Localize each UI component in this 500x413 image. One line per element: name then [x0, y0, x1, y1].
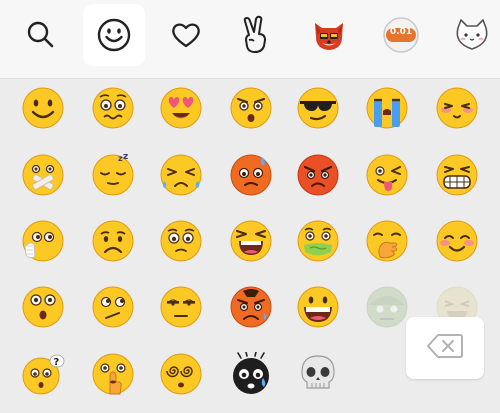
backspace-icon — [427, 333, 463, 363]
emoji-skull[interactable] — [296, 352, 340, 396]
emoji-grin-teeth[interactable] — [435, 153, 479, 197]
emoji-dizzy-swirl[interactable] — [159, 352, 203, 396]
emoji-orange-sweat[interactable] — [229, 153, 273, 197]
white-cat-sticker-icon — [452, 15, 492, 55]
tab-sticker-pack-cat[interactable] — [441, 4, 500, 66]
tab-search[interactable] — [10, 4, 72, 66]
emoji-frown[interactable] — [91, 219, 135, 263]
emoji-pleading-wavy[interactable] — [91, 86, 135, 130]
emoji-crying-tears[interactable] — [365, 86, 409, 130]
backspace-button[interactable] — [406, 317, 484, 379]
emoji-covered-mouth[interactable] — [21, 219, 65, 263]
emoji-question-confused[interactable]: ? — [21, 352, 65, 396]
heart-icon — [168, 17, 204, 53]
tab-gestures[interactable] — [224, 4, 286, 66]
emoji-orange-bruised[interactable] — [229, 285, 273, 329]
tab-emoji[interactable] — [83, 4, 145, 66]
emoji-hand-over-mouth[interactable] — [365, 219, 409, 263]
emoji-sunglasses[interactable] — [296, 86, 340, 130]
coin-sticker-icon: 0.01 — [381, 15, 421, 55]
emoji-screaming-cry[interactable] — [229, 219, 273, 263]
emoji-shush[interactable] — [91, 352, 135, 396]
smiley-icon — [96, 17, 132, 53]
coin-sticker-label: 0.01 — [389, 27, 413, 37]
emoji-sleeping[interactable]: zz — [91, 153, 135, 197]
emoji-squint-sweat[interactable] — [159, 153, 203, 197]
emoji-zombie-faded[interactable] — [365, 285, 409, 329]
emoji-angry-red[interactable] — [296, 153, 340, 197]
emoji-zipped-bandage[interactable] — [21, 153, 65, 197]
emoji-wink-tongue[interactable] — [365, 153, 409, 197]
emoji-nauseated[interactable] — [296, 219, 340, 263]
emoji-blush-squint[interactable] — [435, 86, 479, 130]
emoji-blushing-smile[interactable] — [435, 219, 479, 263]
victory-hand-icon — [237, 15, 273, 55]
svg-text:?: ? — [54, 357, 60, 368]
search-icon — [24, 18, 58, 52]
emoji-heart-eyes[interactable] — [159, 86, 203, 130]
emoji-panel-tabbar: 0.01 — [0, 0, 500, 79]
svg-text:z: z — [123, 153, 128, 162]
emoji-unamused[interactable] — [159, 285, 203, 329]
tab-sticker-pack-coin[interactable]: 0.01 — [370, 4, 432, 66]
fox-sticker-icon — [309, 15, 349, 55]
emoji-surprised-frown[interactable] — [229, 86, 273, 130]
tab-favorites[interactable] — [155, 4, 217, 66]
emoji-shocked-eyes[interactable] — [21, 285, 65, 329]
emoji-worried-eyes[interactable] — [159, 219, 203, 263]
emoji-black-tearful[interactable] — [229, 352, 273, 396]
emoji-big-grin[interactable] — [296, 285, 340, 329]
tab-sticker-pack-fox[interactable] — [298, 4, 360, 66]
emoji-side-eye[interactable] — [91, 285, 135, 329]
emoji-smile[interactable] — [21, 86, 65, 130]
